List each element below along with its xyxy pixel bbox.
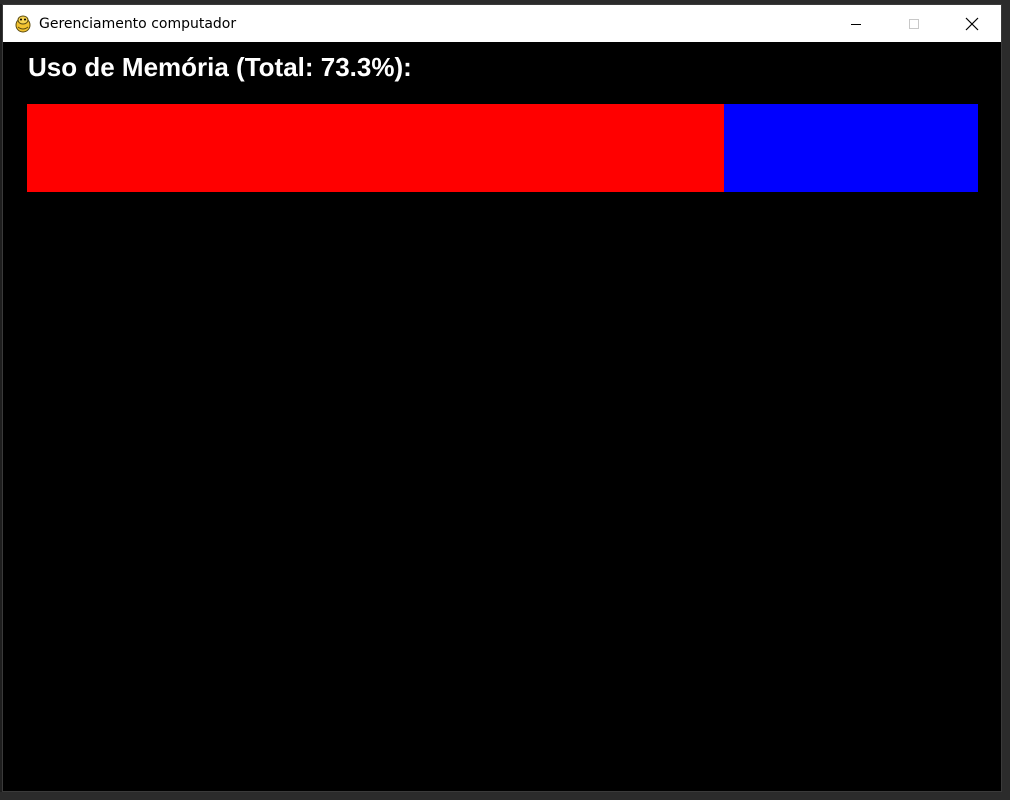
title-bar[interactable]: Gerenciamento computador — [3, 5, 1001, 42]
canvas-area: Uso de Memória (Total: 73.3%): — [3, 42, 1001, 791]
minimize-button[interactable] — [827, 5, 885, 42]
window-title: Gerenciamento computador — [39, 15, 237, 32]
pygame-snake-icon — [13, 14, 33, 34]
desktop-right-edge — [1002, 4, 1010, 800]
window-controls — [827, 5, 1001, 42]
close-icon — [965, 17, 979, 30]
minimize-icon — [851, 23, 861, 25]
maximize-icon — [909, 18, 919, 29]
memory-usage-bar — [27, 104, 978, 192]
close-button[interactable] — [943, 5, 1001, 42]
maximize-button[interactable] — [885, 5, 943, 42]
memory-usage-heading: Uso de Memória (Total: 73.3%): — [28, 52, 412, 82]
desktop-bottom-edge — [0, 792, 1010, 800]
memory-free-segment — [724, 104, 978, 192]
app-window: Gerenciamento computador Uso de Memória — [2, 4, 1002, 792]
memory-used-segment — [27, 104, 725, 192]
